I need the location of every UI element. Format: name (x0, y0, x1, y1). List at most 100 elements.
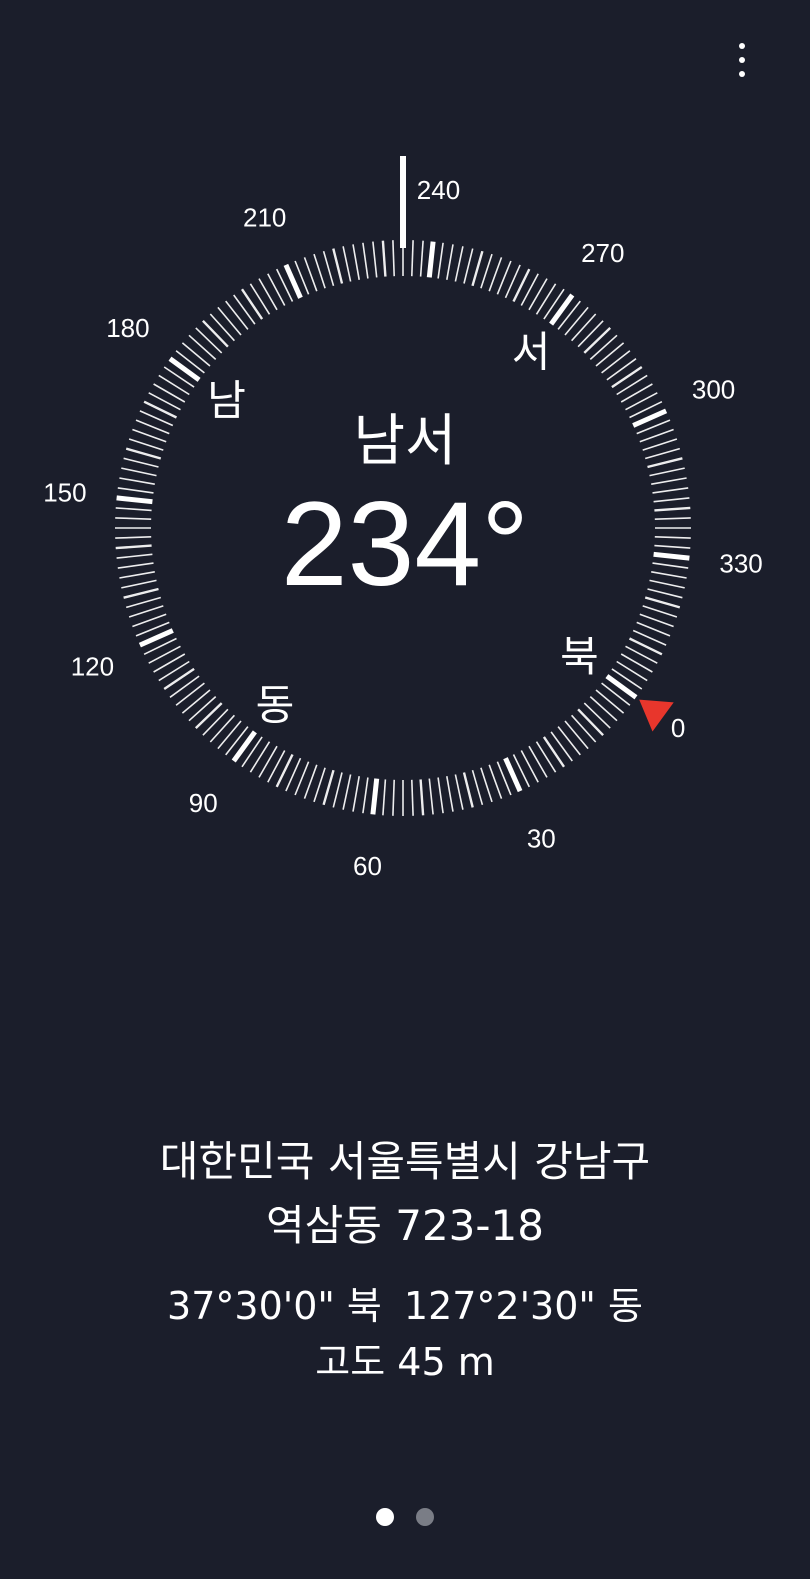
compass-tick (123, 587, 159, 599)
compass-tick (217, 306, 242, 336)
compass-tick (303, 257, 318, 292)
compass-tick (557, 300, 581, 330)
cardinal-north: 북 (560, 632, 599, 681)
coordinates: 37°30'0" 북 127°2'30" 동 (0, 1278, 810, 1334)
compass-tick (342, 774, 352, 810)
compass-tick (195, 327, 223, 354)
compass-tick (639, 428, 674, 443)
degree-label-90: 90 (189, 788, 218, 818)
compass-tick (411, 779, 414, 816)
longitude: 127°2'30" 동 (403, 1284, 643, 1328)
compass-tick (352, 776, 360, 812)
compass-tick (647, 588, 683, 599)
compass-tick (121, 467, 157, 477)
compass-tick (123, 457, 159, 468)
compass-tick (577, 320, 604, 348)
compass-tick (454, 246, 464, 282)
compass-tick (642, 605, 678, 618)
compass-tick (577, 708, 604, 737)
compass-tick (488, 257, 503, 292)
degree-label-240: 240 (417, 175, 460, 205)
compass-tick (651, 477, 687, 485)
compass-tick (595, 689, 625, 714)
degree-label-120: 120 (71, 651, 114, 681)
compass-tick (471, 250, 484, 287)
compass-tick (117, 487, 154, 494)
page-dot-2[interactable] (416, 1508, 434, 1526)
compass-tick (119, 477, 155, 485)
compass-tick (601, 682, 631, 706)
compass-tick (342, 246, 352, 282)
compass-tick (119, 571, 155, 579)
compass-tick (249, 741, 271, 773)
compass-tick (267, 273, 286, 306)
cardinal-south: 남 (207, 376, 246, 425)
compass-tick (332, 772, 343, 808)
compass-tick (163, 667, 195, 690)
compass-tick (616, 374, 648, 396)
compass-tick (606, 358, 637, 381)
compass-tick (535, 741, 557, 773)
compass-tick (258, 278, 278, 311)
compass-tick (116, 495, 153, 505)
compass-tick (426, 241, 436, 278)
compass-tick (148, 645, 181, 664)
compass-tick (381, 240, 387, 277)
cardinal-west: 서 (512, 328, 551, 377)
compass-tick (169, 675, 200, 698)
compass-tick (589, 334, 618, 360)
compass-tick (168, 356, 201, 382)
compass-tick (462, 772, 474, 808)
degree-label-180: 180 (106, 313, 149, 343)
compass-tick (382, 779, 387, 816)
compass-tick (132, 428, 167, 443)
compass-tick (249, 283, 271, 315)
compass-tick (652, 487, 689, 494)
compass-tick (463, 248, 474, 284)
compass-tick (117, 562, 154, 569)
north-marker-icon (639, 699, 674, 732)
compass-tick (313, 767, 326, 803)
compass-tick (231, 730, 257, 763)
compass-tick (620, 383, 653, 403)
compass-tick (116, 553, 153, 559)
compass-tick (653, 497, 690, 503)
compass-tick (225, 726, 249, 756)
compass-tick (651, 571, 687, 579)
compass-tick (362, 777, 369, 814)
compass-tick (652, 562, 689, 569)
compass-tick (153, 383, 186, 403)
compass-tick (322, 250, 335, 287)
page-indicator (0, 1508, 810, 1526)
compass-tick (639, 613, 674, 628)
compass-tick (303, 764, 318, 799)
compass-tick (115, 544, 152, 550)
compass-tick (571, 313, 597, 342)
compass-tick (480, 767, 493, 803)
compass-tick (571, 714, 597, 743)
compass-tick (654, 506, 691, 512)
compass-tick (446, 244, 454, 280)
compass-tick (616, 660, 648, 682)
compass-tick (601, 350, 631, 374)
compass-tick (121, 579, 157, 589)
compass-tick (209, 714, 235, 743)
compass-tick (132, 613, 167, 628)
compass-tick (241, 288, 264, 320)
compass-tick (411, 240, 414, 277)
latitude: 37°30'0" 북 (167, 1284, 382, 1328)
compass-tick (583, 702, 611, 729)
compass-tick (217, 720, 242, 750)
compass-tick (128, 605, 164, 618)
compass-tick (128, 438, 164, 451)
compass-dial: 0306090120150180210240270300330 북동남서 남서 … (43, 156, 763, 881)
compass-tick (644, 596, 681, 609)
compass-tick (642, 438, 678, 451)
compass-tick (115, 536, 152, 539)
page-dot-1[interactable] (376, 1508, 394, 1526)
compass-tick (428, 778, 434, 815)
direction-label: 남서 (353, 409, 456, 474)
location-info: 대한민국 서울특별시 강남구 역삼동 723-18 37°30'0" 북 127°… (0, 1130, 810, 1390)
compass-tick (564, 720, 589, 750)
compass-tick (557, 726, 581, 756)
